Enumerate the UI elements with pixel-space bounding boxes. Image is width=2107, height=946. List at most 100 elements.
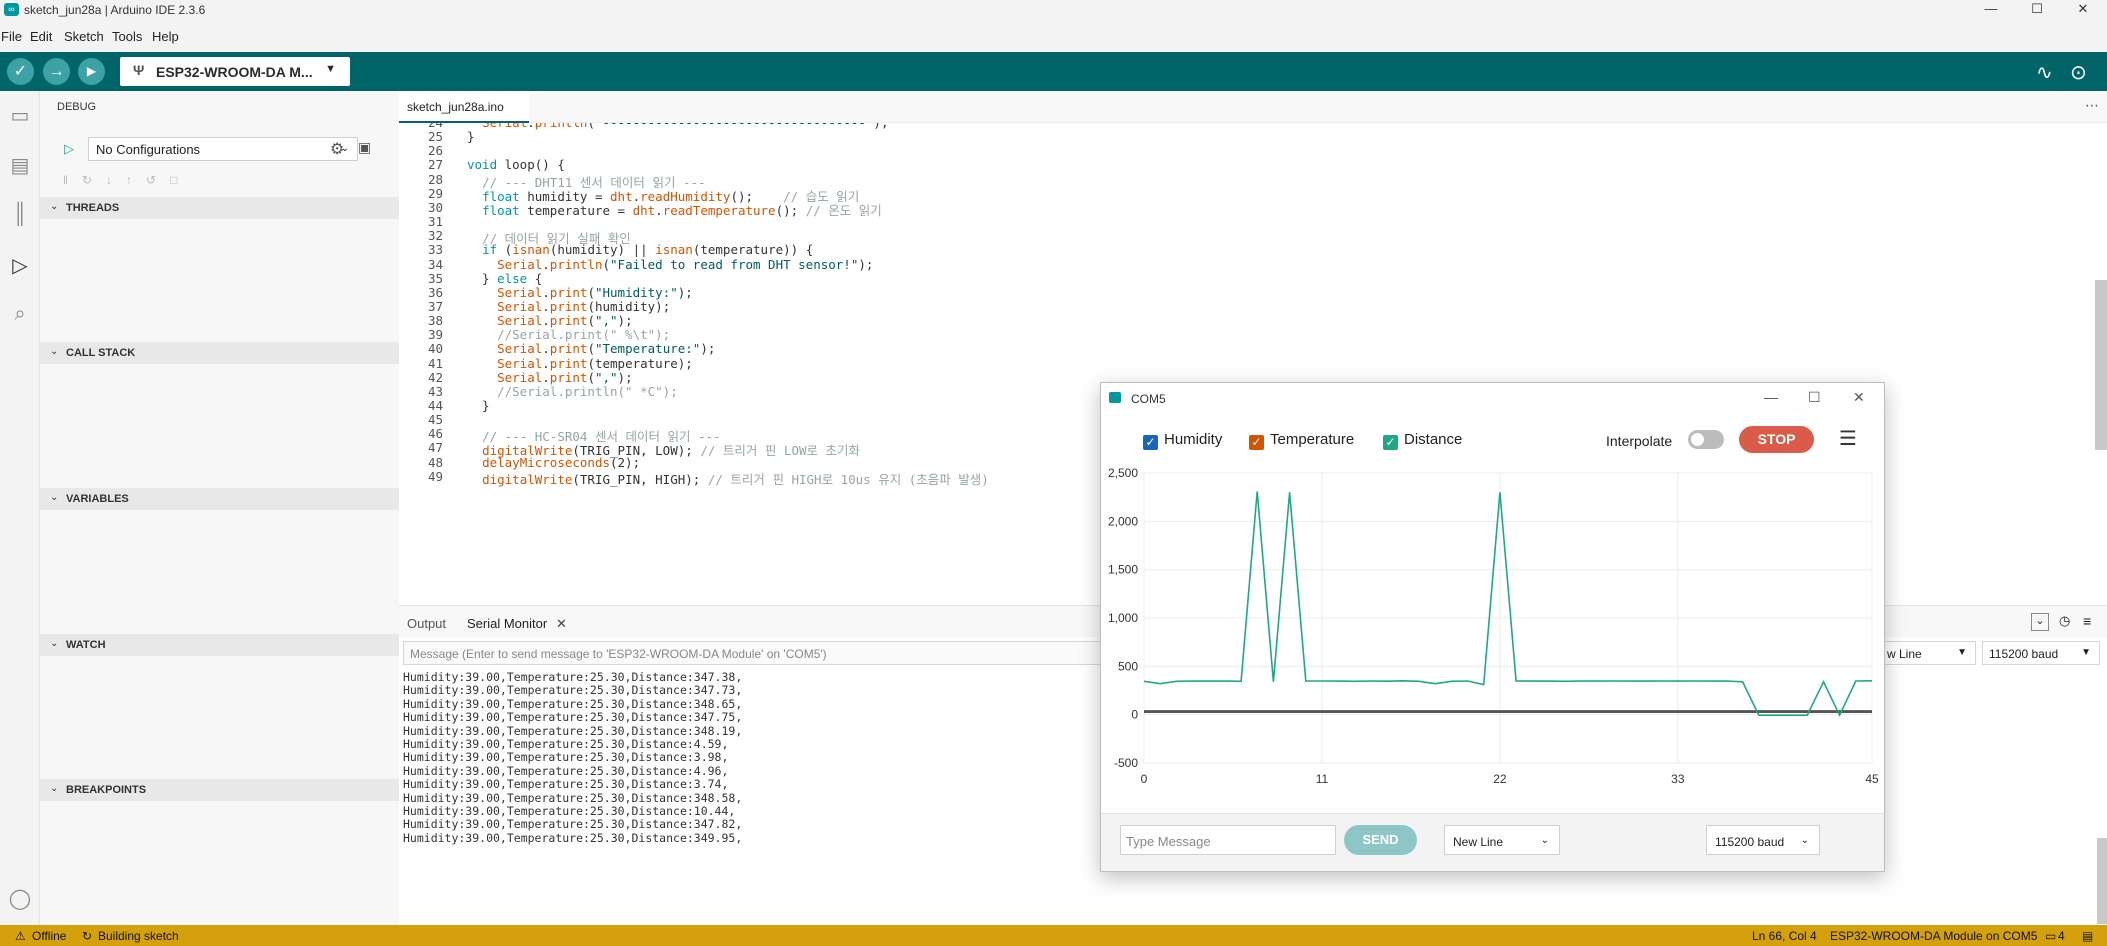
code-line: Serial.println("------------------------… [467,123,888,130]
check-icon: ✓ [1143,435,1158,450]
line-number: 35 [427,270,443,286]
gear-icon[interactable]: ⚙ [330,139,344,159]
line-ending-select[interactable]: w Line ▼ [1880,641,1976,665]
check-icon: ✓ [1383,435,1398,450]
chevron-down-icon: ⌄ [50,201,59,212]
chevron-down-icon: ▼ [1957,647,1967,658]
board-selector[interactable]: Ψ ESP32-WROOM-DA M... ▼ [120,57,350,86]
section-breakpoints[interactable]: ⌄ BREAKPOINTS [40,779,399,801]
verify-button[interactable]: ✓ [7,58,34,85]
y-tick-label: 500 [1118,659,1138,673]
debug-config-select[interactable]: No Configurations ⌄ [88,137,358,161]
minimize-button[interactable]: — [1968,0,2014,20]
plotter-message-input[interactable]: Type Message [1120,825,1336,855]
code-line: Serial.print("Humidity:"); [497,284,693,300]
tab-output[interactable]: Output [407,616,446,631]
title-bar: ∞ sketch_jun28a | Arduino IDE 2.3.6 — ☐ … [0,0,2107,20]
editor-tabs: sketch_jun28a.ino ⋯ [399,91,2107,123]
line-number: 37 [427,298,443,314]
y-tick-label: 2,500 [1108,466,1138,480]
chart-series [1143,491,1873,718]
interpolate-toggle[interactable] [1688,430,1724,449]
line-number: 48 [427,454,443,470]
send-button[interactable]: SEND [1344,825,1417,855]
serial-plotter-window: COM5 — ☐ ✕ ✓ Humidity ✓ Temperature ✓ Dista… [1100,382,1885,872]
line-number: 32 [427,228,443,244]
section-watch[interactable]: ⌄ WATCH [40,634,399,656]
editor-scrollbar[interactable] [2095,280,2107,450]
debug-title: DEBUG [57,101,97,113]
building-status: Building sketch [98,929,179,943]
line-number: 44 [427,398,443,413]
plotter-baud-select[interactable]: 115200 baud ⌄ [1706,825,1820,855]
autoscroll-icon[interactable]: ⌄ [2031,613,2049,631]
board-port-status[interactable]: ESP32-WROOM-DA Module on COM5 [1830,929,2037,943]
account-icon[interactable]: ◯ [7,886,33,912]
plotter-menu-icon[interactable]: ☰ [1839,426,1857,451]
plotter-line-ending-select[interactable]: New Line ⌄ [1444,825,1560,855]
interpolate-label: Interpolate [1606,433,1673,449]
close-button[interactable]: ✕ [2060,0,2106,20]
checkbox-distance[interactable]: ✓ Distance [1383,431,1462,450]
menu-file[interactable]: File [1,29,22,44]
debug-icon[interactable]: ▷ [7,253,33,279]
line-number: 34 [427,256,443,272]
folder-icon[interactable]: ▭ [7,103,33,129]
terminal-icon[interactable]: ▣ [358,139,371,156]
tab-serial-monitor[interactable]: Serial Monitor [467,616,547,631]
serial-line: Humidity:39.00,Temperature:25.30,Distanc… [403,737,729,751]
serial-scrollbar[interactable] [2097,838,2107,924]
menu-tools[interactable]: Tools [112,29,142,44]
layout-icon[interactable]: ▤ [2082,929,2093,943]
toolbar: ✓ → ▶ Ψ ESP32-WROOM-DA M... ▼ ∿ ⊙ [0,52,2107,91]
section-call-stack[interactable]: ⌄ CALL STACK [40,342,399,364]
menu-help[interactable]: Help [152,29,179,44]
line-number: 26 [427,143,443,159]
serial-line: Humidity:39.00,Temperature:25.30,Distanc… [403,683,743,698]
clear-output-icon[interactable]: ≡ [2083,613,2091,629]
notification-icon[interactable]: ▭ [2045,929,2056,943]
serial-message-input[interactable]: Message (Enter to send message to 'ESP32… [403,641,1103,665]
stop-button[interactable]: STOP [1739,426,1814,453]
start-debug-icon[interactable]: ▷ [64,141,74,157]
chevron-down-icon: ⌄ [50,638,59,649]
more-icon[interactable]: ⋯ [2085,97,2099,114]
line-number: 49 [427,468,443,484]
close-icon[interactable]: ✕ [556,616,567,632]
code-line: } [467,129,475,145]
baud-select[interactable]: 115200 baud ▼ [1982,641,2100,665]
library-icon[interactable]: ║ [7,203,33,229]
line-number: 47 [427,440,443,456]
search-icon[interactable]: ⌕ [7,303,33,329]
line-number: 33 [427,242,443,258]
plotter-title-bar: COM5 — ☐ ✕ [1101,383,1884,413]
tab-sketch-file[interactable]: sketch_jun28a.ino [399,91,529,123]
debug-button[interactable]: ▶ [78,58,105,85]
code-line: //Serial.print(" %\t"); [497,327,671,343]
serial-plotter-icon[interactable]: ∿ [2036,60,2053,85]
section-variables[interactable]: ⌄ VARIABLES [40,488,399,510]
serial-output: Humidity:39.00,Temperature:25.30,Distanc… [399,670,1099,925]
offline-status[interactable]: Offline [32,929,66,943]
menu-edit[interactable]: Edit [30,29,52,44]
serial-monitor-icon[interactable]: ⊙ [2070,60,2087,85]
upload-button[interactable]: → [43,58,70,85]
maximize-button[interactable]: ☐ [2014,0,2060,20]
checkbox-temperature[interactable]: ✓ Temperature [1249,431,1354,450]
activity-bar: ▭ ▤ ║ ▷ ⌕ ◯ [0,91,40,925]
cursor-position[interactable]: Ln 66, Col 4 [1752,929,1817,943]
boards-icon[interactable]: ▤ [7,153,33,179]
line-number: 46 [427,426,443,442]
code-line: } [467,398,490,413]
close-button[interactable]: ✕ [1853,389,1865,406]
code-line: //Serial.println(" *C"); [497,383,678,399]
chevron-down-icon: ⌄ [1540,835,1549,846]
maximize-button[interactable]: ☐ [1808,389,1821,406]
line-number: 41 [427,355,443,371]
menu-sketch[interactable]: Sketch [64,29,104,44]
x-tick-label: 11 [1316,772,1329,786]
checkbox-humidity[interactable]: ✓ Humidity [1143,431,1222,450]
minimize-button[interactable]: — [1764,389,1778,405]
timestamp-icon[interactable]: ◷ [2059,613,2070,629]
section-threads[interactable]: ⌄ THREADS [40,197,399,219]
